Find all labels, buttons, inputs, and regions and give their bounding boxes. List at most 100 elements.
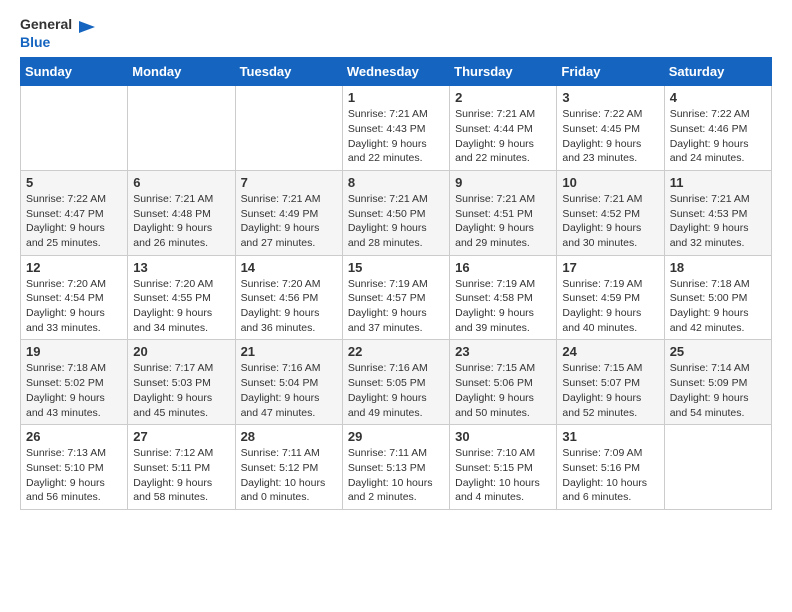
calendar: SundayMondayTuesdayWednesdayThursdayFrid… bbox=[20, 57, 772, 510]
calendar-cell bbox=[21, 86, 128, 171]
day-info: Sunrise: 7:21 AM Sunset: 4:53 PM Dayligh… bbox=[670, 192, 766, 251]
day-info: Sunrise: 7:11 AM Sunset: 5:13 PM Dayligh… bbox=[348, 446, 444, 505]
calendar-cell: 28 Sunrise: 7:11 AM Sunset: 5:12 PM Dayli… bbox=[235, 425, 342, 510]
calendar-cell bbox=[664, 425, 771, 510]
day-info: Sunrise: 7:20 AM Sunset: 4:55 PM Dayligh… bbox=[133, 277, 229, 336]
day-info: Sunrise: 7:14 AM Sunset: 5:09 PM Dayligh… bbox=[670, 361, 766, 420]
day-info: Sunrise: 7:16 AM Sunset: 5:05 PM Dayligh… bbox=[348, 361, 444, 420]
calendar-cell: 12 Sunrise: 7:20 AM Sunset: 4:54 PM Dayli… bbox=[21, 255, 128, 340]
day-number: 19 bbox=[26, 344, 122, 359]
weekday-header-thursday: Thursday bbox=[450, 58, 557, 86]
day-number: 18 bbox=[670, 260, 766, 275]
day-info: Sunrise: 7:11 AM Sunset: 5:12 PM Dayligh… bbox=[241, 446, 337, 505]
day-info: Sunrise: 7:15 AM Sunset: 5:06 PM Dayligh… bbox=[455, 361, 551, 420]
calendar-cell: 13 Sunrise: 7:20 AM Sunset: 4:55 PM Dayli… bbox=[128, 255, 235, 340]
logo-flag-icon bbox=[75, 19, 97, 41]
day-number: 17 bbox=[562, 260, 658, 275]
calendar-cell: 14Sunrise: 7:20 AM Sunset: 4:56 PM Dayli… bbox=[235, 255, 342, 340]
calendar-cell: 11 Sunrise: 7:21 AM Sunset: 4:53 PM Dayli… bbox=[664, 170, 771, 255]
calendar-cell: 16 Sunrise: 7:19 AM Sunset: 4:58 PM Dayli… bbox=[450, 255, 557, 340]
day-info: Sunrise: 7:18 AM Sunset: 5:02 PM Dayligh… bbox=[26, 361, 122, 420]
day-info: Sunrise: 7:17 AM Sunset: 5:03 PM Dayligh… bbox=[133, 361, 229, 420]
weekday-header-saturday: Saturday bbox=[664, 58, 771, 86]
day-info: Sunrise: 7:22 AM Sunset: 4:45 PM Dayligh… bbox=[562, 107, 658, 166]
calendar-cell: 15 Sunrise: 7:19 AM Sunset: 4:57 PM Dayli… bbox=[342, 255, 449, 340]
day-info: Sunrise: 7:21 AM Sunset: 4:49 PM Dayligh… bbox=[241, 192, 337, 251]
day-number: 23 bbox=[455, 344, 551, 359]
calendar-cell: 10 Sunrise: 7:21 AM Sunset: 4:52 PM Dayli… bbox=[557, 170, 664, 255]
calendar-cell bbox=[128, 86, 235, 171]
day-number: 31 bbox=[562, 429, 658, 444]
day-info: Sunrise: 7:22 AM Sunset: 4:47 PM Dayligh… bbox=[26, 192, 122, 251]
day-number: 5 bbox=[26, 175, 122, 190]
day-number: 20 bbox=[133, 344, 229, 359]
calendar-cell: 30Sunrise: 7:10 AM Sunset: 5:15 PM Dayli… bbox=[450, 425, 557, 510]
logo-general-text: General bbox=[20, 16, 72, 32]
day-info: Sunrise: 7:19 AM Sunset: 4:57 PM Dayligh… bbox=[348, 277, 444, 336]
day-number: 21 bbox=[241, 344, 337, 359]
day-number: 26 bbox=[26, 429, 122, 444]
logo-container: General Blue bbox=[20, 16, 97, 51]
calendar-cell: 29 Sunrise: 7:11 AM Sunset: 5:13 PM Dayli… bbox=[342, 425, 449, 510]
day-info: Sunrise: 7:20 AM Sunset: 4:56 PM Dayligh… bbox=[241, 277, 337, 336]
calendar-cell: 26Sunrise: 7:13 AM Sunset: 5:10 PM Dayli… bbox=[21, 425, 128, 510]
day-info: Sunrise: 7:21 AM Sunset: 4:52 PM Dayligh… bbox=[562, 192, 658, 251]
day-number: 10 bbox=[562, 175, 658, 190]
calendar-cell: 5 Sunrise: 7:22 AM Sunset: 4:47 PM Daylig… bbox=[21, 170, 128, 255]
day-number: 6 bbox=[133, 175, 229, 190]
day-info: Sunrise: 7:21 AM Sunset: 4:51 PM Dayligh… bbox=[455, 192, 551, 251]
day-number: 9 bbox=[455, 175, 551, 190]
day-info: Sunrise: 7:16 AM Sunset: 5:04 PM Dayligh… bbox=[241, 361, 337, 420]
day-info: Sunrise: 7:09 AM Sunset: 5:16 PM Dayligh… bbox=[562, 446, 658, 505]
calendar-cell: 20 Sunrise: 7:17 AM Sunset: 5:03 PM Dayli… bbox=[128, 340, 235, 425]
day-number: 1 bbox=[348, 90, 444, 105]
weekday-header-wednesday: Wednesday bbox=[342, 58, 449, 86]
calendar-cell: 6 Sunrise: 7:21 AM Sunset: 4:48 PM Daylig… bbox=[128, 170, 235, 255]
day-number: 24 bbox=[562, 344, 658, 359]
day-number: 3 bbox=[562, 90, 658, 105]
day-number: 29 bbox=[348, 429, 444, 444]
day-number: 15 bbox=[348, 260, 444, 275]
day-number: 28 bbox=[241, 429, 337, 444]
day-number: 30 bbox=[455, 429, 551, 444]
day-info: Sunrise: 7:19 AM Sunset: 4:59 PM Dayligh… bbox=[562, 277, 658, 336]
day-info: Sunrise: 7:20 AM Sunset: 4:54 PM Dayligh… bbox=[26, 277, 122, 336]
calendar-cell bbox=[235, 86, 342, 171]
day-number: 11 bbox=[670, 175, 766, 190]
day-number: 22 bbox=[348, 344, 444, 359]
calendar-cell: 3 Sunrise: 7:22 AM Sunset: 4:45 PM Daylig… bbox=[557, 86, 664, 171]
day-info: Sunrise: 7:18 AM Sunset: 5:00 PM Dayligh… bbox=[670, 277, 766, 336]
calendar-cell: 7 Sunrise: 7:21 AM Sunset: 4:49 PM Daylig… bbox=[235, 170, 342, 255]
day-number: 25 bbox=[670, 344, 766, 359]
day-number: 13 bbox=[133, 260, 229, 275]
logo-text-block: General Blue bbox=[20, 16, 72, 51]
day-info: Sunrise: 7:15 AM Sunset: 5:07 PM Dayligh… bbox=[562, 361, 658, 420]
logo: General Blue bbox=[20, 16, 97, 51]
calendar-cell: 21 Sunrise: 7:16 AM Sunset: 5:04 PM Dayli… bbox=[235, 340, 342, 425]
calendar-cell: 22 Sunrise: 7:16 AM Sunset: 5:05 PM Dayli… bbox=[342, 340, 449, 425]
calendar-cell: 24 Sunrise: 7:15 AM Sunset: 5:07 PM Dayli… bbox=[557, 340, 664, 425]
day-number: 7 bbox=[241, 175, 337, 190]
day-number: 12 bbox=[26, 260, 122, 275]
calendar-cell: 9 Sunrise: 7:21 AM Sunset: 4:51 PM Daylig… bbox=[450, 170, 557, 255]
calendar-cell: 25 Sunrise: 7:14 AM Sunset: 5:09 PM Dayli… bbox=[664, 340, 771, 425]
day-number: 16 bbox=[455, 260, 551, 275]
day-info: Sunrise: 7:21 AM Sunset: 4:50 PM Dayligh… bbox=[348, 192, 444, 251]
day-info: Sunrise: 7:21 AM Sunset: 4:48 PM Dayligh… bbox=[133, 192, 229, 251]
weekday-header-sunday: Sunday bbox=[21, 58, 128, 86]
calendar-cell: 1 Sunrise: 7:21 AM Sunset: 4:43 PM Daylig… bbox=[342, 86, 449, 171]
calendar-week-row: 5 Sunrise: 7:22 AM Sunset: 4:47 PM Daylig… bbox=[21, 170, 772, 255]
day-info: Sunrise: 7:12 AM Sunset: 5:11 PM Dayligh… bbox=[133, 446, 229, 505]
day-number: 8 bbox=[348, 175, 444, 190]
day-number: 4 bbox=[670, 90, 766, 105]
day-info: Sunrise: 7:19 AM Sunset: 4:58 PM Dayligh… bbox=[455, 277, 551, 336]
day-info: Sunrise: 7:21 AM Sunset: 4:43 PM Dayligh… bbox=[348, 107, 444, 166]
header: General Blue bbox=[20, 16, 772, 51]
weekday-header-row: SundayMondayTuesdayWednesdayThursdayFrid… bbox=[21, 58, 772, 86]
calendar-week-row: 12 Sunrise: 7:20 AM Sunset: 4:54 PM Dayli… bbox=[21, 255, 772, 340]
weekday-header-tuesday: Tuesday bbox=[235, 58, 342, 86]
day-info: Sunrise: 7:21 AM Sunset: 4:44 PM Dayligh… bbox=[455, 107, 551, 166]
page: General Blue SundayMondayTuesdayWednesda… bbox=[0, 0, 792, 526]
calendar-cell: 17 Sunrise: 7:19 AM Sunset: 4:59 PM Dayli… bbox=[557, 255, 664, 340]
calendar-week-row: 19 Sunrise: 7:18 AM Sunset: 5:02 PM Dayli… bbox=[21, 340, 772, 425]
